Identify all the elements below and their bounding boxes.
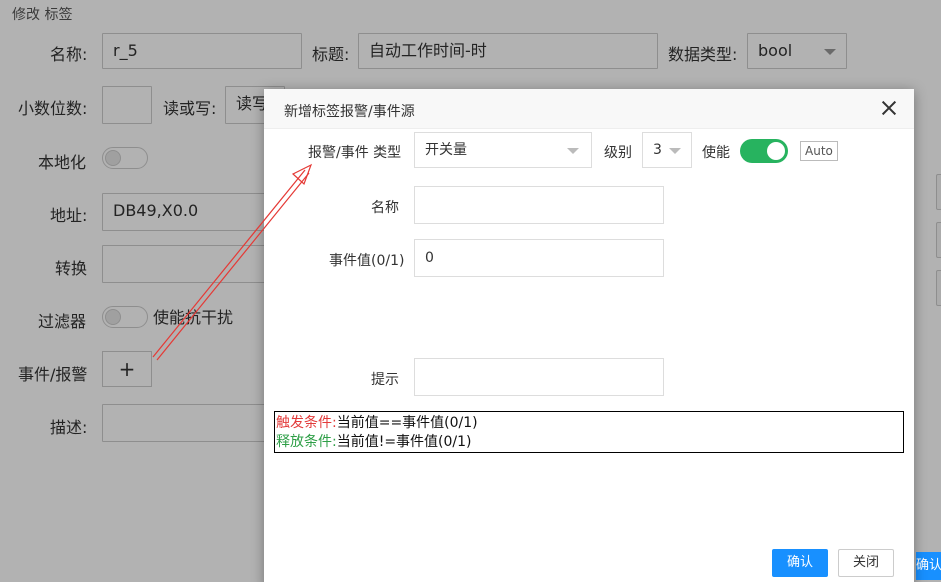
release-label: 释放条件: [276, 434, 337, 450]
auto-tag[interactable]: Auto [800, 141, 838, 161]
chevron-down-icon [567, 148, 579, 154]
hint-input[interactable] [414, 358, 664, 396]
modal-title: 新增标签报警/事件源 [284, 104, 415, 120]
level-label: 级别 [604, 145, 632, 161]
release-text: 当前值!=事件值(0/1) [336, 434, 472, 450]
level-value: 3 [653, 142, 662, 158]
add-alarm-modal: 新增标签报警/事件源 报警/事件 类型 开关量 级别 3 使能 Auto 名称 … [264, 89, 914, 582]
trigger-text: 当前值==事件值(0/1) [336, 415, 478, 431]
trigger-condition: 触发条件:当前值==事件值(0/1) [276, 414, 903, 433]
background-confirm-button[interactable]: 确认 [916, 552, 941, 580]
trigger-label: 触发条件: [276, 415, 337, 431]
condition-box: 触发条件:当前值==事件值(0/1) 释放条件:当前值!=事件值(0/1) [274, 411, 904, 453]
type-value: 开关量 [425, 142, 467, 158]
alarm-name-label: 名称 [371, 200, 399, 216]
type-select[interactable]: 开关量 [414, 132, 592, 168]
level-select[interactable]: 3 [642, 132, 692, 168]
close-icon[interactable] [880, 99, 898, 117]
event-value-label: 事件值(0/1) [329, 253, 405, 269]
switch-knob [767, 142, 785, 160]
release-condition: 释放条件:当前值!=事件值(0/1) [276, 433, 903, 452]
hint-label: 提示 [371, 372, 399, 388]
chevron-down-icon [669, 148, 681, 154]
confirm-button[interactable]: 确认 [772, 549, 828, 577]
modal-header: 新增标签报警/事件源 [264, 89, 914, 129]
event-value-input[interactable]: 0 [414, 239, 664, 277]
type-label: 报警/事件 类型 [308, 145, 402, 161]
enable-switch[interactable] [740, 139, 788, 163]
enable-label: 使能 [702, 145, 730, 161]
close-button[interactable]: 关闭 [838, 549, 894, 577]
alarm-name-input[interactable] [414, 186, 664, 224]
